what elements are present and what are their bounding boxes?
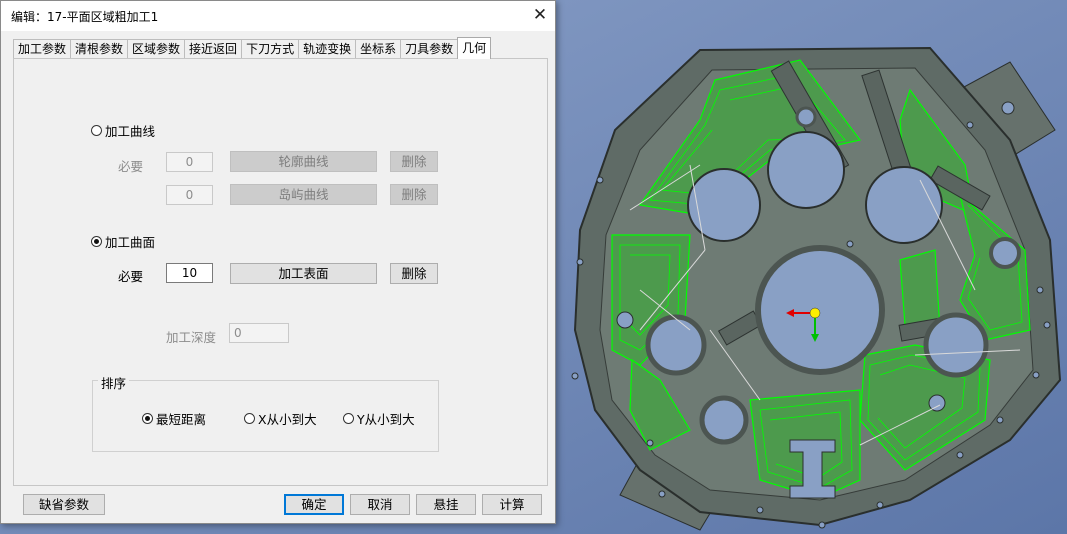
radio-shortest-distance[interactable]: 最短距离 — [142, 409, 206, 428]
tab-bar: 加工参数 清根参数 区域参数 接近返回 下刀方式 轨迹变换 坐标系 刀具参数 几… — [13, 37, 492, 59]
compute-button[interactable]: 计算 — [482, 494, 542, 515]
tab-path-transform[interactable]: 轨迹变换 — [298, 39, 357, 59]
cancel-button[interactable]: 取消 — [350, 494, 410, 515]
machining-surface-button[interactable]: 加工表面 — [230, 263, 377, 284]
close-icon[interactable]: ✕ — [525, 1, 555, 31]
radio-label: 最短距离 — [156, 412, 207, 427]
tab-machining-params[interactable]: 加工参数 — [13, 39, 72, 59]
tab-region-params[interactable]: 区域参数 — [127, 39, 186, 59]
radio-machining-surface[interactable]: 加工曲面 — [91, 232, 155, 251]
tab-coordinate-system[interactable]: 坐标系 — [355, 39, 402, 59]
tab-geometry[interactable]: 几何 — [457, 37, 492, 59]
radio-label: Y从小到大 — [357, 412, 415, 427]
tab-plunge-mode[interactable]: 下刀方式 — [241, 39, 300, 59]
radio-label: 加工曲面 — [105, 235, 156, 250]
radio-indicator — [244, 413, 255, 424]
curve-required-label: 必要 — [118, 159, 144, 174]
radio-machining-curve[interactable]: 加工曲线 — [91, 121, 155, 140]
radio-label: X从小到大 — [258, 412, 317, 427]
defaults-button[interactable]: 缺省参数 — [23, 494, 105, 515]
dialog-title: 编辑：17-平面区域粗加工1 — [11, 10, 159, 24]
contour-count: 0 — [166, 152, 213, 172]
radio-label: 加工曲线 — [105, 124, 156, 139]
radio-indicator — [91, 125, 102, 136]
tab-tool-params[interactable]: 刀具参数 — [400, 39, 459, 59]
edit-dialog: 编辑：17-平面区域粗加工1 ✕ 加工参数 清根参数 区域参数 接近返回 下刀方… — [0, 0, 556, 524]
island-curve-button[interactable]: 岛屿曲线 — [230, 184, 377, 205]
tab-approach-retract[interactable]: 接近返回 — [184, 39, 243, 59]
dialog-titlebar[interactable]: 编辑：17-平面区域粗加工1 ✕ — [1, 1, 555, 31]
tab-cleanup-params[interactable]: 清根参数 — [70, 39, 129, 59]
island-delete-button[interactable]: 删除 — [390, 184, 438, 205]
radio-x-ascending[interactable]: X从小到大 — [244, 409, 317, 428]
surface-delete-button[interactable]: 删除 — [390, 263, 438, 284]
ok-button[interactable]: 确定 — [284, 494, 344, 515]
contour-curve-button[interactable]: 轮廓曲线 — [230, 151, 377, 172]
depth-input[interactable]: 0 — [229, 323, 289, 343]
surface-required-label: 必要 — [118, 269, 144, 284]
radio-y-ascending[interactable]: Y从小到大 — [343, 409, 415, 428]
surface-count: 10 — [166, 263, 213, 283]
radio-indicator — [91, 236, 102, 247]
suspend-button[interactable]: 悬挂 — [416, 494, 476, 515]
radio-indicator — [343, 413, 354, 424]
depth-label: 加工深度 — [166, 330, 217, 345]
contour-delete-button[interactable]: 删除 — [390, 151, 438, 172]
island-count: 0 — [166, 185, 213, 205]
sort-group-title: 排序 — [98, 373, 130, 392]
radio-indicator — [142, 413, 153, 424]
